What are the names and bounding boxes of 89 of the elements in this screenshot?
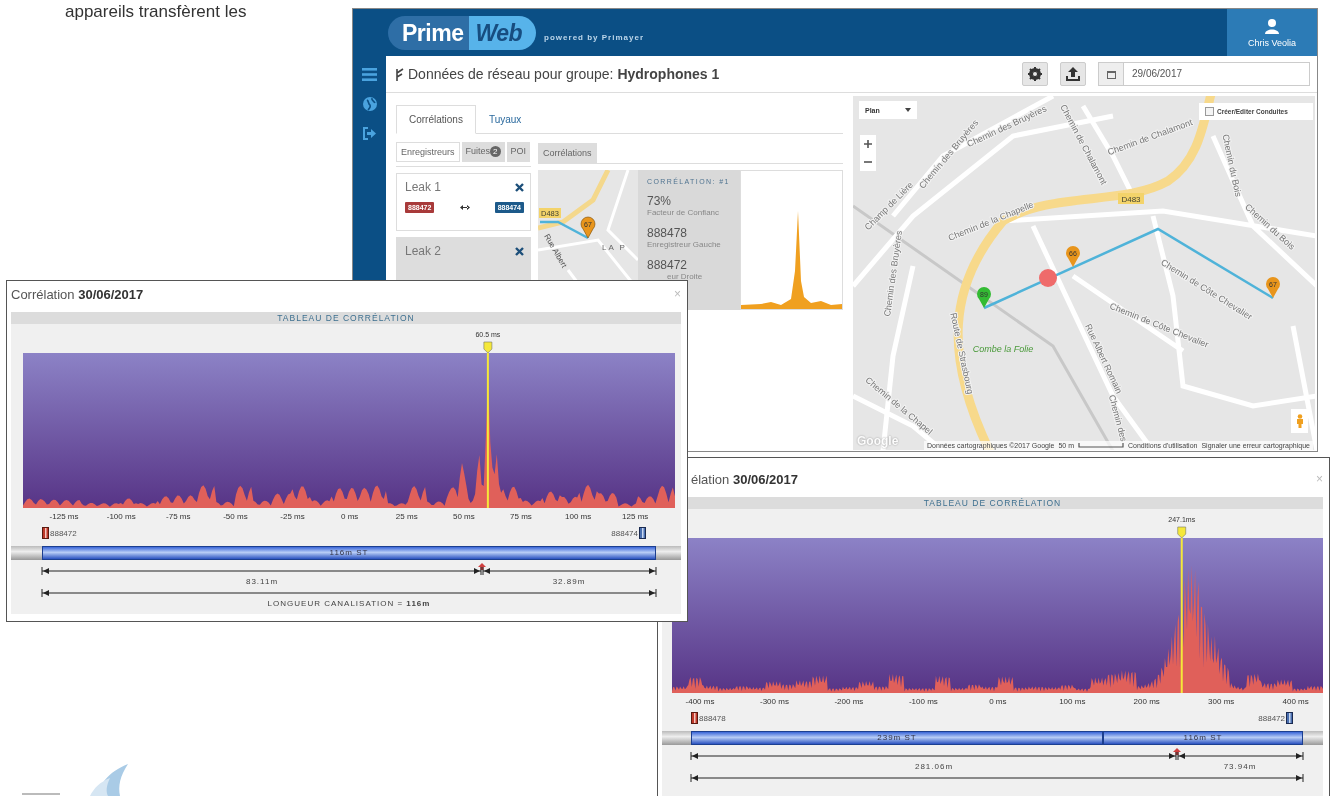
user-icon <box>1264 17 1280 34</box>
minus-icon <box>864 158 872 166</box>
pipe-segment: 116m ST <box>42 546 656 560</box>
recorder-label: 888474 <box>611 528 638 538</box>
app-logo: Prime Web <box>388 15 537 50</box>
axis-tick-label: 300 ms <box>1208 697 1235 706</box>
axis-tick-label: 50 ms <box>453 512 475 521</box>
axis-tick-label: 125 ms <box>622 512 649 521</box>
axis-tick-label: -50 ms <box>223 512 248 521</box>
recorder-icon <box>691 712 698 724</box>
axis-tick-label: 200 ms <box>1133 697 1160 706</box>
recorder-icon <box>1286 712 1293 724</box>
recorder-icon <box>42 527 49 539</box>
settings-icon <box>1028 67 1042 81</box>
street-label: Chemin des <box>1106 393 1129 443</box>
checkbox[interactable] <box>1205 107 1214 116</box>
axis-tick-label: 100 ms <box>565 512 592 521</box>
page-title: Données de réseau pour groupe: Hydrophones 1 <box>408 66 720 82</box>
user-menu[interactable]: Chris Veolia <box>1227 9 1317 56</box>
sub-tab[interactable]: Fuites 2 <box>461 142 505 162</box>
leak-location[interactable] <box>1039 269 1057 287</box>
street-label: Chemin du Bois <box>1220 133 1244 198</box>
recorder-label: 888472 <box>50 528 77 538</box>
sub-tab[interactable]: POI <box>506 142 530 162</box>
axis-tick-label: -400 ms <box>685 697 715 706</box>
leak-name: Leak 1 <box>405 180 442 194</box>
menu-icon[interactable] <box>362 68 377 81</box>
paragraph-text: appareils transfèrent les <box>65 2 247 22</box>
stat-value: 888472 <box>647 259 689 272</box>
leak-position-icon <box>1173 748 1181 755</box>
distance-label: 32.89m <box>552 577 586 586</box>
street-label: Chemin des Bruyères <box>882 230 904 318</box>
pipe-segment: 116m ST <box>1103 731 1303 745</box>
plus-icon <box>864 140 872 148</box>
recorder-label: 888472 <box>1258 713 1285 723</box>
recorder-icon <box>639 527 646 539</box>
chart-header: TABLEAU DE CORRÉLATION <box>11 312 681 324</box>
tagline: powered by Primayer <box>544 33 644 42</box>
dialog-title: élation 30/06/2017 <box>691 471 798 487</box>
axis-tick-label: 100 ms <box>1059 697 1086 706</box>
close-icon[interactable] <box>515 182 524 192</box>
distance-label: 83.11m <box>245 577 279 586</box>
stat-value: 888478 <box>647 227 689 240</box>
double-arrow-icon <box>459 205 470 210</box>
stat-value: 73% <box>647 195 673 208</box>
settings-button[interactable] <box>1022 62 1048 86</box>
tab[interactable]: Tuyaux <box>475 105 535 133</box>
axis-tick-label: 25 ms <box>395 512 418 521</box>
place-label: Combe la Folie <box>972 344 1034 354</box>
distance-label: 281.06m <box>914 762 954 771</box>
scale-bar <box>1078 443 1124 448</box>
axis-tick-label: -200 ms <box>834 697 864 706</box>
pipe-length-label: LONGUEUR CANALISATION = 116m <box>267 599 431 608</box>
axis-tick-label: -25 ms <box>280 512 305 521</box>
stat-label: Enregistreur Gauche <box>647 240 722 249</box>
dialog-title: Corrélation 30/06/2017 <box>11 286 144 302</box>
pipe-segment: 239m ST <box>691 731 1103 745</box>
peak-marker[interactable] <box>483 341 493 508</box>
axis-tick-label: -300 ms <box>760 697 789 706</box>
upload-icon <box>1066 67 1080 81</box>
recorder-label: 888478 <box>699 713 726 723</box>
road-shield: D483 <box>1118 193 1144 204</box>
person-icon <box>1295 414 1304 428</box>
date-field[interactable]: 29/06/2017 <box>1098 62 1310 86</box>
axis-tick-label: 0 ms <box>989 697 1007 706</box>
distance-label: 73.94m <box>1223 762 1257 771</box>
network-icon <box>395 67 404 81</box>
axis-tick-label: -125 ms <box>49 512 79 521</box>
upload-button[interactable] <box>1060 62 1086 86</box>
caret-icon <box>905 108 911 112</box>
stat-label: Facteur de Confianc <box>647 208 721 217</box>
globe-icon[interactable] <box>362 97 377 111</box>
sub-tab[interactable]: Enregistreurs <box>396 142 460 162</box>
axis-tick-label: -100 ms <box>106 512 136 521</box>
leak-position-icon <box>478 563 486 570</box>
axis-tick-label: 400 ms <box>1282 697 1309 706</box>
stat-label: eur Droite <box>666 272 704 281</box>
calendar-icon <box>1106 69 1116 79</box>
axis-tick-label: 75 ms <box>510 512 532 521</box>
tab[interactable]: Corrélations <box>396 105 476 134</box>
close-icon[interactable] <box>515 246 524 256</box>
peak-marker[interactable] <box>1177 526 1187 693</box>
sign-out-icon[interactable] <box>362 127 377 140</box>
axis-tick-label: -100 ms <box>908 697 938 706</box>
place-label: LA P <box>602 243 627 252</box>
axis-tick-label: 0 ms <box>340 512 359 521</box>
leak-name: Leak 2 <box>405 244 442 258</box>
tab[interactable]: Corrélations <box>538 143 597 164</box>
axis-tick-label: -75 ms <box>166 512 191 521</box>
